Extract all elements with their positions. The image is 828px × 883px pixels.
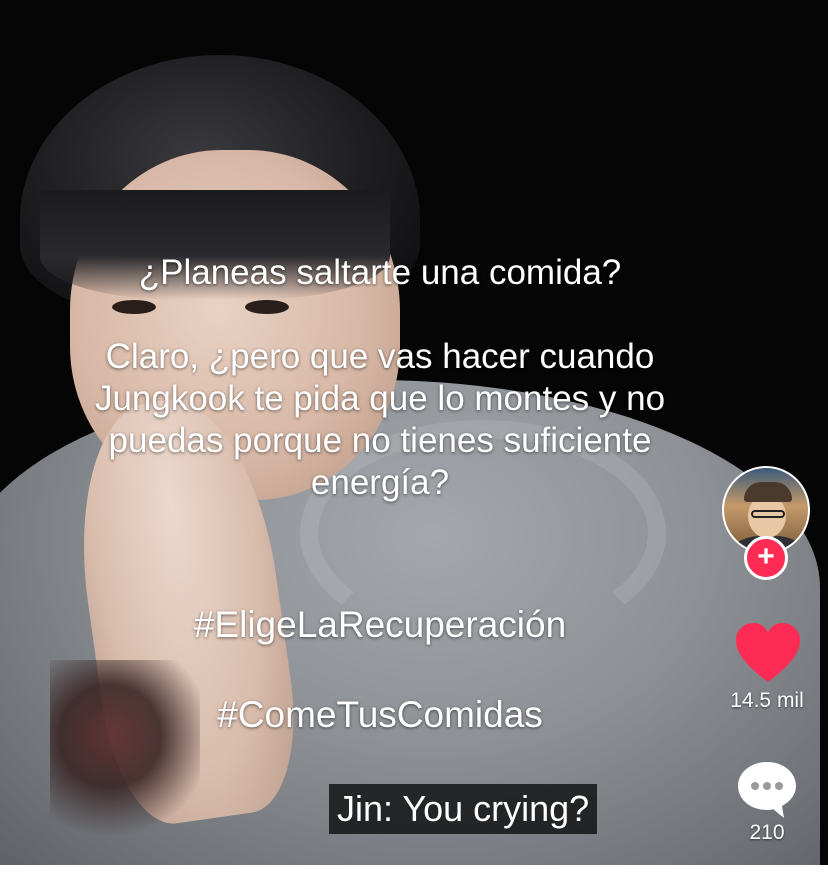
video-subtitle: Jin: You crying?: [329, 784, 598, 834]
video-eye-left: [112, 300, 156, 314]
avatar-glasses: [751, 510, 785, 518]
hashtag-come-tus-comidas: #ComeTusComidas: [217, 694, 543, 735]
bottom-edge: [0, 865, 828, 883]
comment-bubble-icon[interactable]: [736, 760, 798, 820]
comment-dot-3: [775, 782, 783, 790]
heart-shape: [736, 623, 800, 682]
video-eye-right: [245, 300, 289, 314]
caption-question: ¿Planeas saltarte una comida?: [138, 253, 622, 292]
comment-dot-1: [751, 782, 759, 790]
like-count: 14.5 mil: [730, 689, 804, 712]
comment-dot-2: [763, 782, 771, 790]
hashtag-elige-recuperacion: #EligeLaRecuperación: [193, 604, 567, 645]
plus-icon: +: [757, 540, 775, 573]
avatar-cap: [744, 482, 792, 502]
heart-icon[interactable]: [734, 622, 802, 684]
caption-body: Claro, ¿pero que vas hacer cuando Jungko…: [94, 337, 666, 502]
video-player[interactable]: ¿Planeas saltarte una comida? Claro, ¿pe…: [0, 0, 828, 865]
follow-button[interactable]: +: [744, 536, 788, 580]
comment-count: 210: [749, 821, 785, 844]
video-tattoo: [50, 660, 200, 850]
